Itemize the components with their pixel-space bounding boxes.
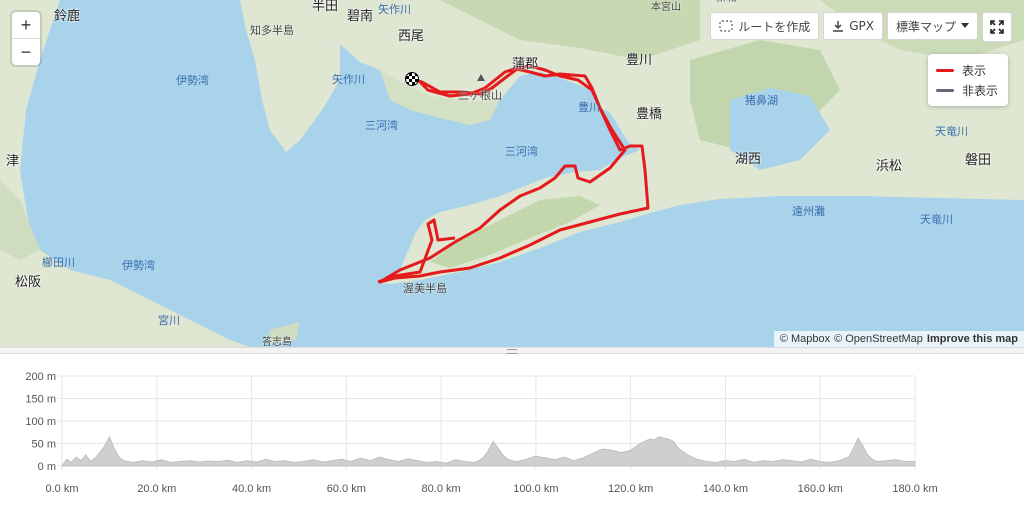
legend-visible-label: 表示 (961, 63, 986, 78)
zoom-out-button[interactable]: − (12, 38, 40, 65)
finish-flag-icon (405, 72, 419, 86)
label-tenryu-bottom: 天竜川 (920, 213, 953, 226)
map-toolbar: ルートを作成 GPX 標準マップ (710, 12, 978, 40)
label-mikawawan: 三河湾 (505, 145, 538, 158)
mapbox-link[interactable]: © Mapbox (780, 333, 830, 345)
gpx-button[interactable]: GPX (823, 12, 883, 40)
y-tick-label: 50 m (32, 439, 56, 451)
label-isewan-north: 伊勢湾 (176, 74, 209, 87)
x-tick-label: 100.0 km (513, 483, 558, 495)
label-shinshiro: 新城 (716, 0, 736, 4)
label-toyokawa-river: 豊川 (578, 101, 600, 114)
download-icon (833, 21, 844, 32)
route-legend: 表示 非表示 (927, 54, 1008, 106)
label-suzuka: 鈴鹿 (54, 9, 81, 24)
x-tick-label: 40.0 km (232, 483, 271, 495)
zoom-in-button[interactable]: + (12, 12, 40, 38)
legend-visible-swatch (935, 68, 954, 72)
zoom-control: + − (12, 12, 40, 65)
caret-down-icon (961, 23, 969, 28)
label-yahagigawa: 矢作川 (332, 73, 365, 86)
fullscreen-icon (990, 20, 1004, 34)
legend-hidden[interactable]: 非表示 (935, 80, 998, 100)
label-miyagawa: 宮川 (158, 314, 180, 327)
label-handa: 半田 (312, 0, 339, 14)
route-map[interactable]: 鈴鹿 半田 碧南 矢作川 知多半島 西尾 伊勢湾 矢作川 蒲郡 三ヶ根山 豊川 … (0, 0, 1024, 347)
x-tick-label: 0.0 km (45, 483, 78, 495)
map-style-dropdown[interactable]: 標準マップ (886, 12, 978, 40)
fullscreen-button[interactable] (982, 12, 1012, 42)
legend-visible[interactable]: 表示 (935, 60, 998, 80)
map-style-label: 標準マップ (895, 19, 956, 34)
panel-resize-handle[interactable] (0, 347, 1024, 354)
label-mikawawan-west: 三河湾 (365, 119, 398, 132)
y-axis-labels: 200 m 150 m 100 m 50 m 0 m (25, 371, 56, 473)
label-toba: 答志島 (262, 337, 292, 348)
label-chita: 知多半島 (250, 24, 294, 37)
route-icon (719, 20, 733, 32)
elevation-area (61, 435, 916, 467)
osm-link[interactable]: © OpenStreetMap (834, 333, 923, 345)
y-tick-label: 100 m (25, 416, 56, 428)
y-tick-label: 150 m (25, 394, 56, 406)
x-tick-label: 20.0 km (137, 483, 176, 495)
summit-icon (477, 74, 485, 81)
label-yahagigawa-top: 矢作川 (378, 3, 411, 16)
improve-map-link[interactable]: Improve this map (927, 333, 1018, 345)
label-honmiya: 本宮山 (651, 2, 681, 13)
x-axis-labels: 0.0 km 20.0 km 40.0 km 60.0 km 80.0 km 100.0 … (45, 483, 937, 495)
x-tick-label: 60.0 km (327, 483, 366, 495)
x-tick-label: 160.0 km (798, 483, 843, 495)
route-line[interactable] (0, 0, 1024, 347)
x-tick-label: 180.0 km (892, 483, 937, 495)
elevation-chart[interactable]: 200 m 150 m 100 m 50 m 0 m 0.0 km 20.0 km 40.0… (0, 354, 1024, 507)
label-iwata: 磐田 (965, 153, 992, 168)
x-tick-label: 80.0 km (422, 483, 461, 495)
label-kushidagawa: 櫛田川 (42, 256, 75, 269)
label-atsumi: 渥美半島 (403, 282, 447, 295)
gpx-label: GPX (849, 19, 874, 33)
label-matsusaka: 松阪 (15, 275, 42, 290)
create-route-button[interactable]: ルートを作成 (710, 12, 820, 40)
label-tsu: 津 (6, 154, 20, 169)
label-inohana: 猪鼻湖 (745, 94, 778, 107)
label-kosai: 湖西 (735, 152, 762, 167)
x-tick-label: 120.0 km (608, 483, 653, 495)
create-route-label: ルートを作成 (738, 19, 811, 34)
label-toyokawa-city: 豊川 (626, 53, 653, 68)
map-attribution: © Mapbox © OpenStreetMap Improve this ma… (773, 331, 1024, 347)
label-nishio: 西尾 (398, 29, 425, 44)
label-tenryu-top: 天竜川 (935, 125, 968, 138)
label-toyohashi: 豊橋 (636, 107, 663, 122)
label-hekinan: 碧南 (347, 9, 374, 24)
legend-hidden-label: 非表示 (961, 83, 998, 98)
label-isewan-south: 伊勢湾 (122, 259, 155, 272)
y-tick-label: 200 m (25, 371, 56, 383)
label-gamagori: 蒲郡 (512, 57, 539, 72)
label-enshunada: 遠州灘 (792, 205, 825, 218)
x-tick-label: 140.0 km (703, 483, 748, 495)
legend-hidden-swatch (935, 88, 954, 92)
y-tick-label: 0 m (38, 461, 56, 473)
label-hamamatsu: 浜松 (876, 159, 903, 174)
label-sangane: 三ヶ根山 (458, 89, 502, 102)
